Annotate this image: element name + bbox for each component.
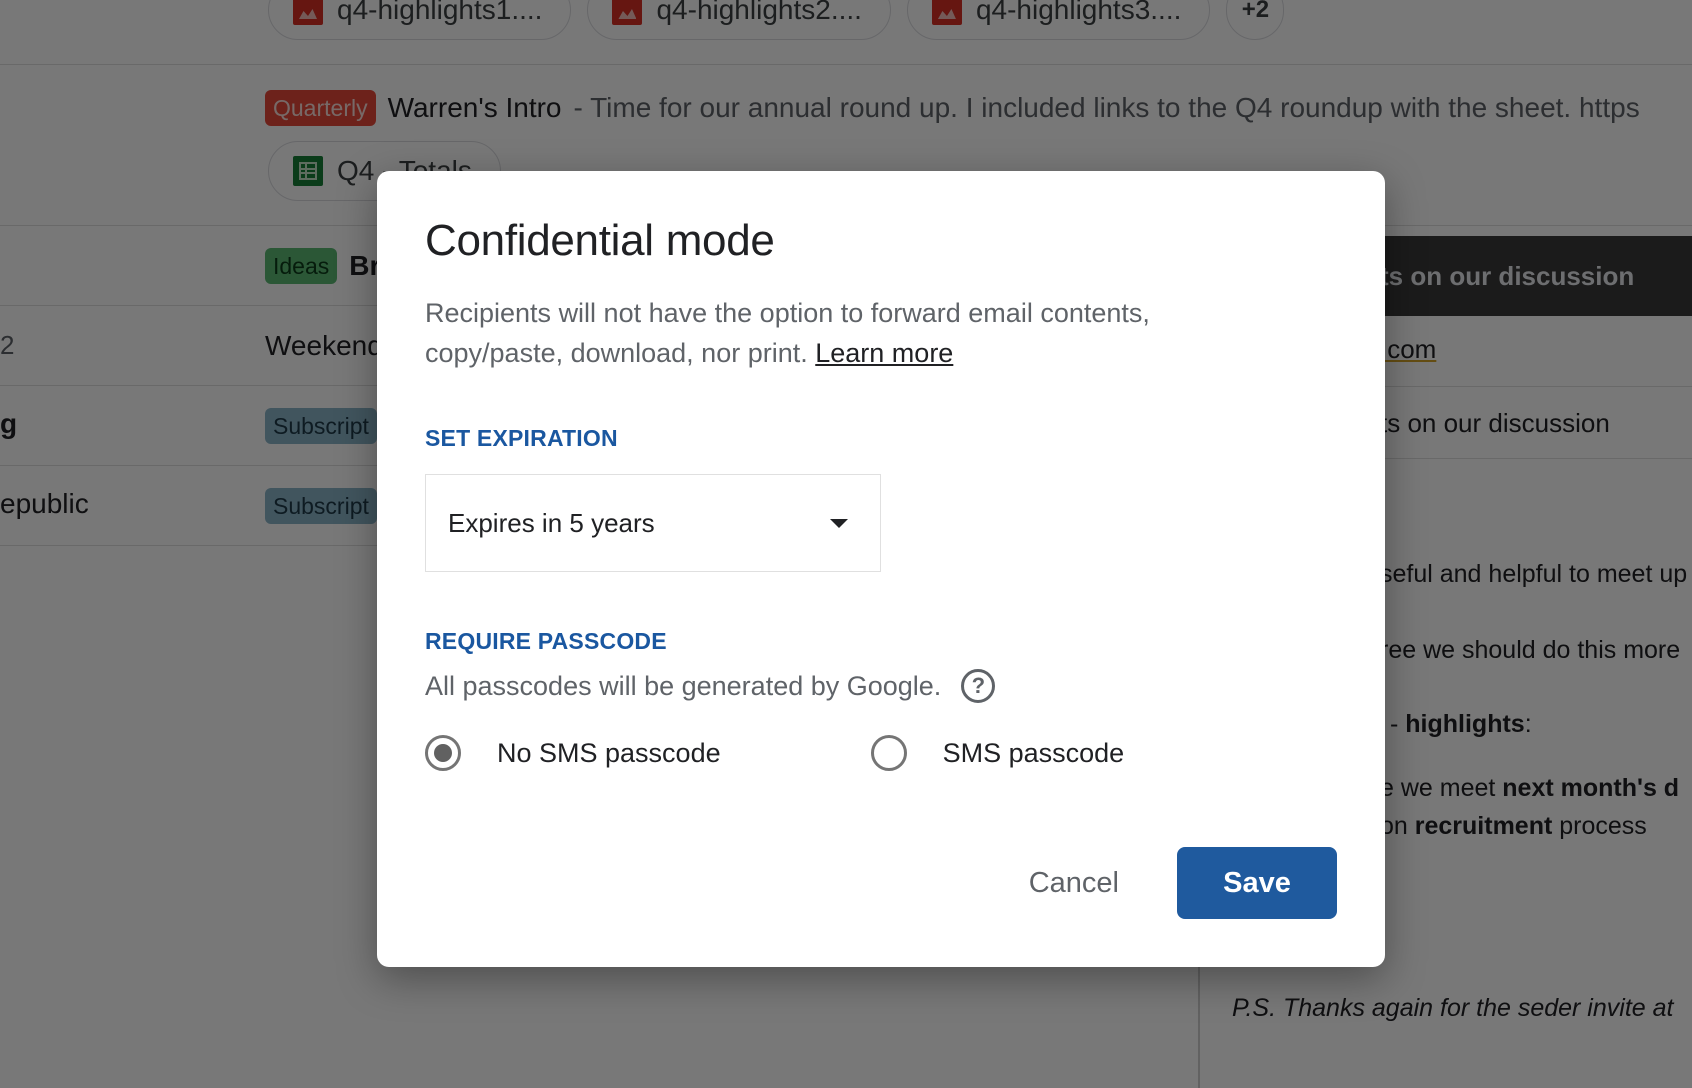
radio-checked-icon[interactable]: [425, 735, 461, 771]
learn-more-link[interactable]: Learn more: [815, 338, 953, 368]
require-passcode-heading: REQUIRE PASSCODE: [425, 628, 667, 654]
cancel-button[interactable]: Cancel: [1007, 851, 1141, 916]
radio-label: SMS passcode: [942, 737, 1125, 768]
confidential-mode-dialog: Confidential mode Recipients will not ha…: [377, 171, 1385, 967]
radio-label: No SMS passcode: [497, 737, 721, 768]
dialog-actions: Cancel Save: [1007, 847, 1337, 919]
save-button[interactable]: Save: [1177, 847, 1337, 919]
dialog-description: Recipients will not have the option to f…: [425, 298, 1150, 368]
no-sms-passcode-option[interactable]: No SMS passcode: [425, 735, 721, 771]
help-icon[interactable]: ?: [961, 669, 996, 703]
expiration-select[interactable]: Expires in 5 years: [425, 474, 881, 572]
passcode-note: All passcodes will be generated by Googl…: [425, 669, 1337, 703]
expiration-selected-value: Expires in 5 years: [448, 507, 655, 538]
radio-unchecked-icon[interactable]: [870, 735, 907, 771]
dropdown-arrow-icon: [830, 518, 848, 528]
passcode-options: No SMS passcode SMS passcode: [425, 735, 1337, 771]
dialog-title: Confidential mode: [425, 216, 775, 265]
set-expiration-heading: SET EXPIRATION: [425, 425, 618, 451]
sms-passcode-option[interactable]: SMS passcode: [870, 735, 1125, 771]
